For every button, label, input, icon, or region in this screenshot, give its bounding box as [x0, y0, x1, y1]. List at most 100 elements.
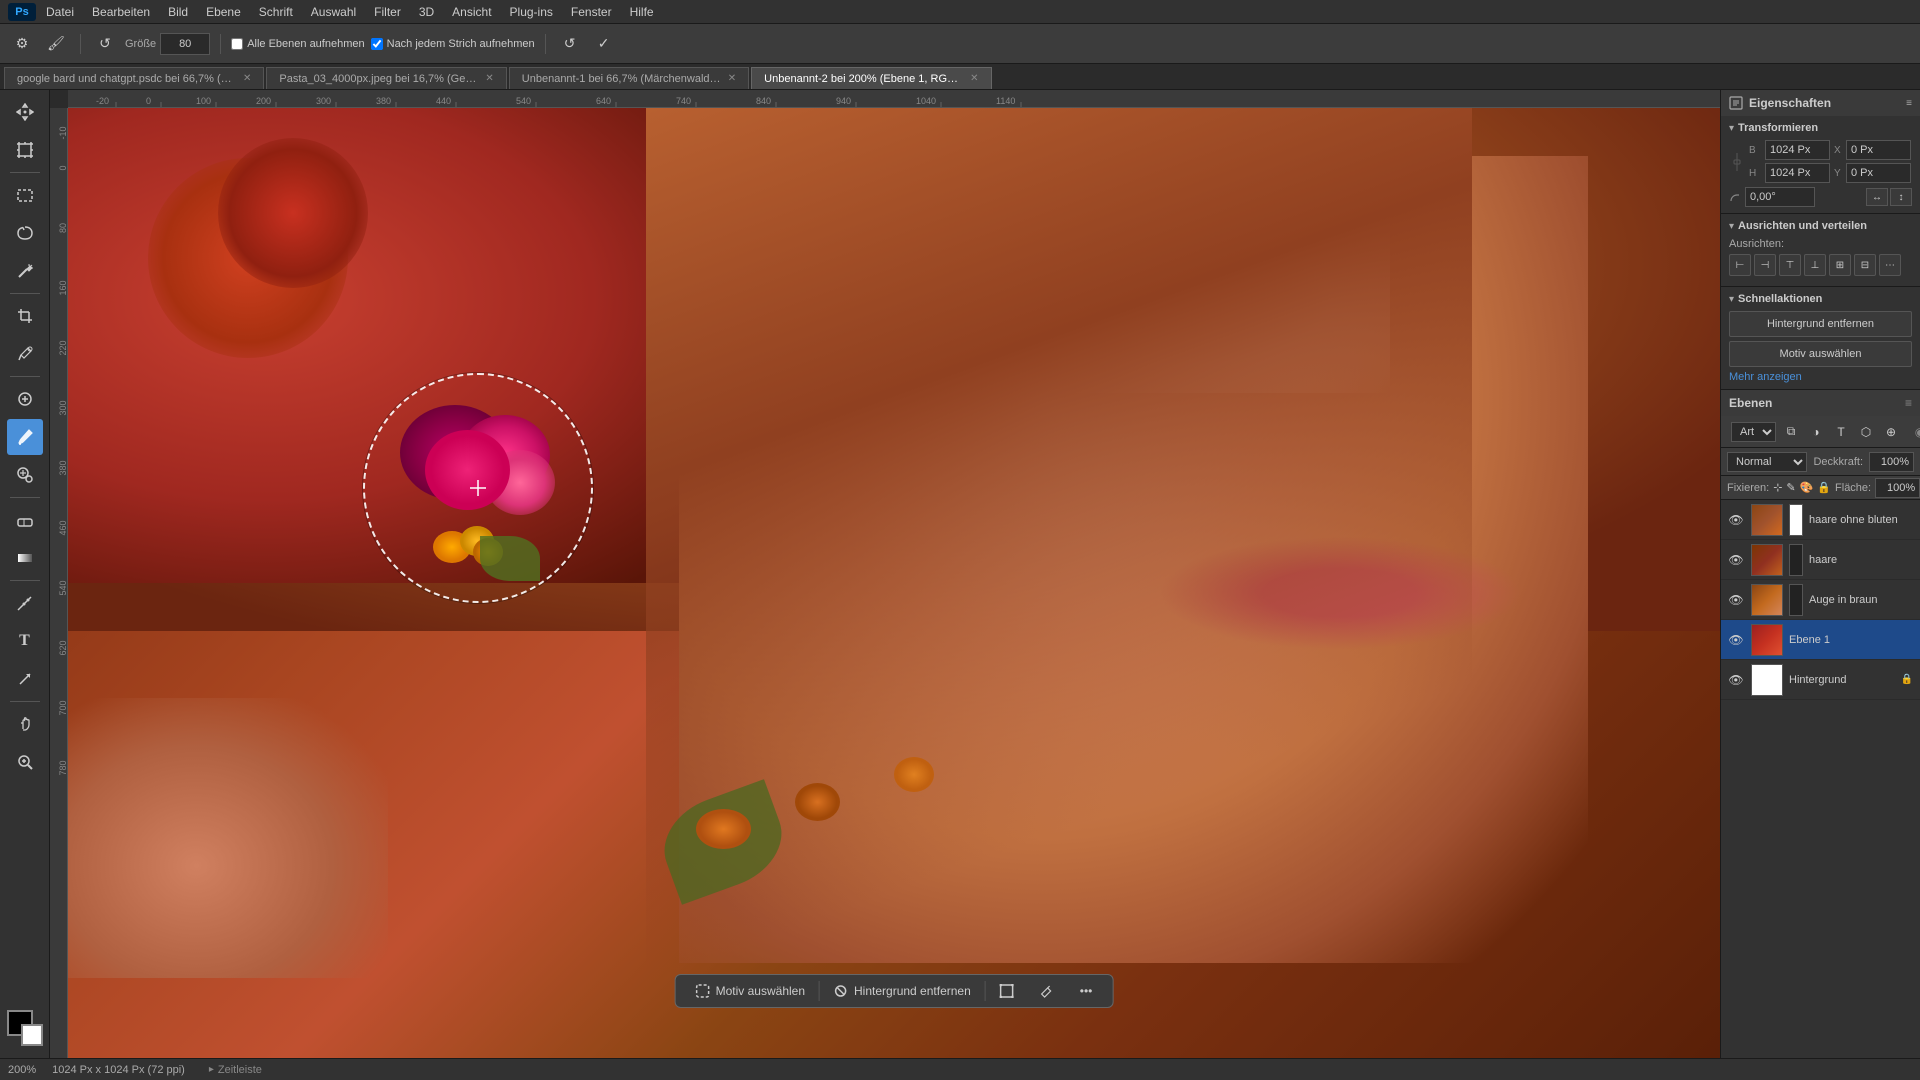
layer-visibility-haare[interactable]: 👁 [1727, 551, 1745, 569]
select-rect-tool[interactable] [7, 177, 43, 213]
gradient-tool[interactable] [7, 540, 43, 576]
pen-tool[interactable] [7, 585, 43, 621]
nach-strich-checkbox[interactable] [371, 38, 383, 50]
menu-fenster[interactable]: Fenster [563, 3, 620, 21]
motiv-auswaehlen-action-btn[interactable]: Motiv auswählen [1729, 341, 1912, 367]
confirm-btn[interactable]: ✓ [590, 30, 618, 58]
tab-3[interactable]: Unbenannt-2 bei 200% (Ebene 1, RGB/8#) ✕ [751, 67, 991, 89]
lasso-tool[interactable] [7, 215, 43, 251]
menu-bild[interactable]: Bild [160, 3, 196, 21]
layer-shape-filter-btn[interactable]: ⬡ [1855, 421, 1877, 443]
tab-0[interactable]: google bard und chatgpt.psdc bei 66,7% (… [4, 67, 264, 89]
layer-item-haare-ohne-bluten[interactable]: 👁 haare ohne bluten [1721, 500, 1920, 540]
blend-mode-select[interactable]: Normal [1727, 452, 1807, 472]
tab-1-close[interactable]: ✕ [485, 73, 493, 84]
flip-h-btn[interactable]: ↔ [1866, 188, 1888, 206]
menu-3d[interactable]: 3D [411, 3, 442, 21]
alle-ebenen-checkbox[interactable] [231, 38, 243, 50]
tab-0-close[interactable]: ✕ [243, 73, 251, 84]
schnellaktionen-header[interactable]: ▾ Schnellaktionen [1729, 293, 1912, 305]
eraser-tool[interactable] [7, 502, 43, 538]
layer-text-filter-btn[interactable]: T [1830, 421, 1852, 443]
menu-hilfe[interactable]: Hilfe [622, 3, 662, 21]
layer-type-filter-btn[interactable]: ⧉ [1780, 421, 1802, 443]
menu-bearbeiten[interactable]: Bearbeiten [84, 3, 158, 21]
path-select-tool[interactable] [7, 661, 43, 697]
y-input[interactable] [1846, 163, 1911, 183]
fix-pos-btn[interactable]: ⊹ [1773, 479, 1782, 497]
align-center-v-btn[interactable]: ⊞ [1829, 254, 1851, 276]
float-btn-more[interactable]: ••• [1068, 979, 1105, 1003]
menu-ebene[interactable]: Ebene [198, 3, 249, 21]
float-btn-transform[interactable] [988, 979, 1026, 1003]
move-tool[interactable] [7, 94, 43, 130]
layer-filter-toggle[interactable]: ◉ [1909, 421, 1920, 443]
cancel-btn[interactable]: ↺ [556, 30, 584, 58]
menu-filter[interactable]: Filter [366, 3, 409, 21]
tab-1[interactable]: Pasta_03_4000px.jpeg bei 16,7% (Generati… [266, 67, 506, 89]
tab-2[interactable]: Unbenannt-1 bei 66,7% (Märchenwald, RGB/… [509, 67, 749, 89]
more-align-btn[interactable]: ⋯ [1879, 254, 1901, 276]
fix-color-btn[interactable]: 🎨 [1800, 479, 1814, 497]
eigenschaften-header[interactable]: Eigenschaften ≡ [1721, 90, 1920, 116]
float-btn-edit[interactable] [1028, 979, 1066, 1003]
undo-btn[interactable]: ↺ [91, 30, 119, 58]
motiv-auswaehlen-btn[interactable]: Motiv auswählen [684, 979, 817, 1003]
align-right-btn[interactable]: ⊤ [1779, 254, 1801, 276]
text-tool[interactable]: T [7, 623, 43, 659]
layer-visibility-haare-ohne-bluten[interactable]: 👁 [1727, 511, 1745, 529]
align-center-h-btn[interactable]: ⊣ [1754, 254, 1776, 276]
align-left-btn[interactable]: ⊢ [1729, 254, 1751, 276]
background-color[interactable] [21, 1024, 43, 1046]
brush-size-input[interactable] [160, 33, 210, 55]
layer-item-hintergrund[interactable]: 👁 Hintergrund 🔒 [1721, 660, 1920, 700]
timeline-expand-btn[interactable]: ▸ [209, 1064, 214, 1075]
width-input[interactable] [1765, 140, 1830, 160]
fix-all-btn[interactable]: 🔒 [1817, 479, 1831, 497]
hintergrund-entfernen-action-btn[interactable]: Hintergrund entfernen [1729, 311, 1912, 337]
layer-item-auge-in-braun[interactable]: 👁 Auge in braun [1721, 580, 1920, 620]
layer-item-ebene1[interactable]: 👁 Ebene 1 [1721, 620, 1920, 660]
menu-ansicht[interactable]: Ansicht [444, 3, 499, 21]
layer-filter-select[interactable]: Art [1731, 422, 1776, 442]
brush-tool[interactable] [7, 419, 43, 455]
transform-header[interactable]: ▾ Transformieren [1729, 122, 1912, 134]
crop-tool[interactable] [7, 298, 43, 334]
tab-3-close[interactable]: ✕ [970, 73, 978, 84]
layers-collapse-btn[interactable]: ≡ [1905, 396, 1912, 410]
healing-tool[interactable] [7, 381, 43, 417]
x-input[interactable] [1846, 140, 1911, 160]
menu-datei[interactable]: Datei [38, 3, 82, 21]
tab-2-close[interactable]: ✕ [728, 73, 736, 84]
eyedropper-tool[interactable] [7, 336, 43, 372]
zoom-tool[interactable] [7, 744, 43, 780]
layer-adj-filter-btn[interactable]: ◑ [1805, 421, 1827, 443]
tool-options-btn[interactable]: ⚙ [8, 30, 36, 58]
menu-plugins[interactable]: Plug-ins [502, 3, 561, 21]
flip-v-btn[interactable]: ↕ [1890, 188, 1912, 206]
layer-visibility-hintergrund[interactable]: 👁 [1727, 671, 1745, 689]
hintergrund-entfernen-btn[interactable]: Hintergrund entfernen [822, 979, 983, 1003]
layer-visibility-ebene1[interactable]: 👁 [1727, 631, 1745, 649]
eigenschaften-expand-icon[interactable]: ≡ [1906, 98, 1912, 109]
hand-tool[interactable] [7, 706, 43, 742]
layer-smart-filter-btn[interactable]: ⊕ [1880, 421, 1902, 443]
layer-visibility-auge-in-braun[interactable]: 👁 [1727, 591, 1745, 609]
fix-draw-btn[interactable]: ✎ [1786, 479, 1795, 497]
magic-wand-tool[interactable] [7, 253, 43, 289]
mehr-anzeigen-link[interactable]: Mehr anzeigen [1729, 371, 1802, 383]
artboard-tool[interactable] [7, 132, 43, 168]
brush-preset-btn[interactable]: 🖌 [42, 30, 70, 58]
canvas[interactable]: Motiv auswählen Hintergrund entfernen [68, 108, 1720, 1058]
ausrichten-header[interactable]: ▾ Ausrichten und verteilen [1729, 220, 1912, 232]
menu-schrift[interactable]: Schrift [251, 3, 301, 21]
layer-item-haare[interactable]: 👁 haare [1721, 540, 1920, 580]
menu-auswahl[interactable]: Auswahl [303, 3, 364, 21]
angle-input[interactable] [1745, 187, 1815, 207]
circular-selection[interactable] [363, 373, 593, 603]
opacity-input[interactable] [1869, 452, 1914, 472]
align-bottom-btn[interactable]: ⊟ [1854, 254, 1876, 276]
height-input[interactable] [1765, 163, 1830, 183]
fill-input[interactable] [1875, 478, 1920, 498]
clone-tool[interactable] [7, 457, 43, 493]
